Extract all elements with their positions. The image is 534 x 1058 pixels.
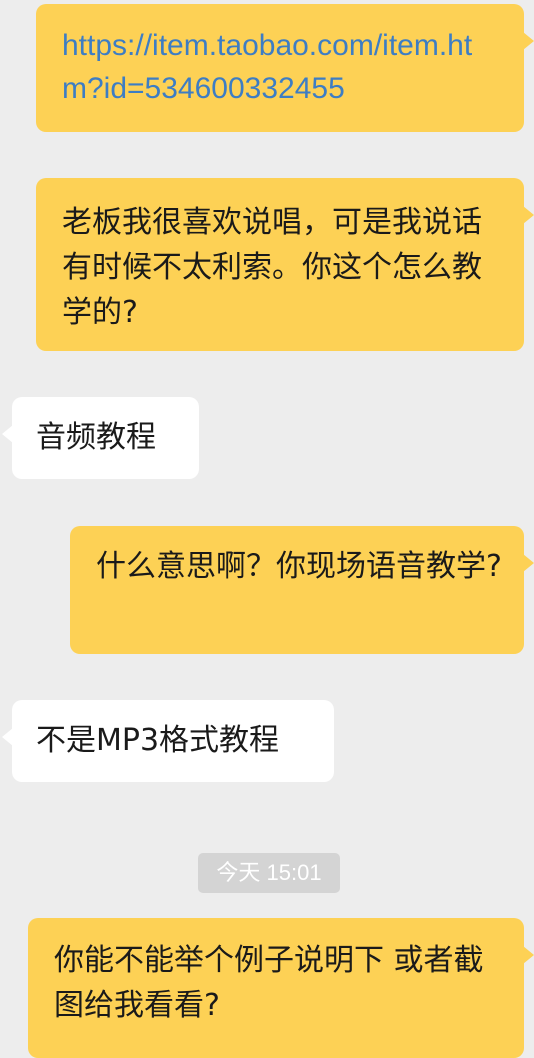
message-bubble-outgoing[interactable]: https://item.taobao.com/item.htm?id=5346…	[36, 4, 534, 132]
message-bubble-incoming[interactable]: 音频教程	[2, 397, 199, 479]
message-bubble-outgoing[interactable]: 老板我很喜欢说唱，可是我说话有时候不太利索。你这个怎么教学的?	[36, 178, 534, 351]
message-bubble-incoming[interactable]: 不是MP3格式教程	[2, 700, 334, 782]
timestamp-label: 今天 15:01	[198, 853, 340, 893]
message-bubble-outgoing[interactable]: 你能不能举个例子说明下 或者截图给我看看?	[28, 918, 534, 1058]
message-link[interactable]: https://item.taobao.com/item.htm?id=5346…	[62, 24, 506, 110]
message-text: 音频教程	[36, 420, 156, 455]
message-bubble-outgoing[interactable]: 什么意思啊？你现场语音教学?	[70, 526, 534, 654]
message-text: 什么意思啊？你现场语音教学?	[96, 549, 502, 584]
message-text: 你能不能举个例子说明下 或者截图给我看看?	[54, 943, 484, 1023]
message-text: 不是MP3格式教程	[36, 723, 280, 758]
message-text: 老板我很喜欢说唱，可是我说话有时候不太利索。你这个怎么教学的?	[62, 205, 482, 330]
